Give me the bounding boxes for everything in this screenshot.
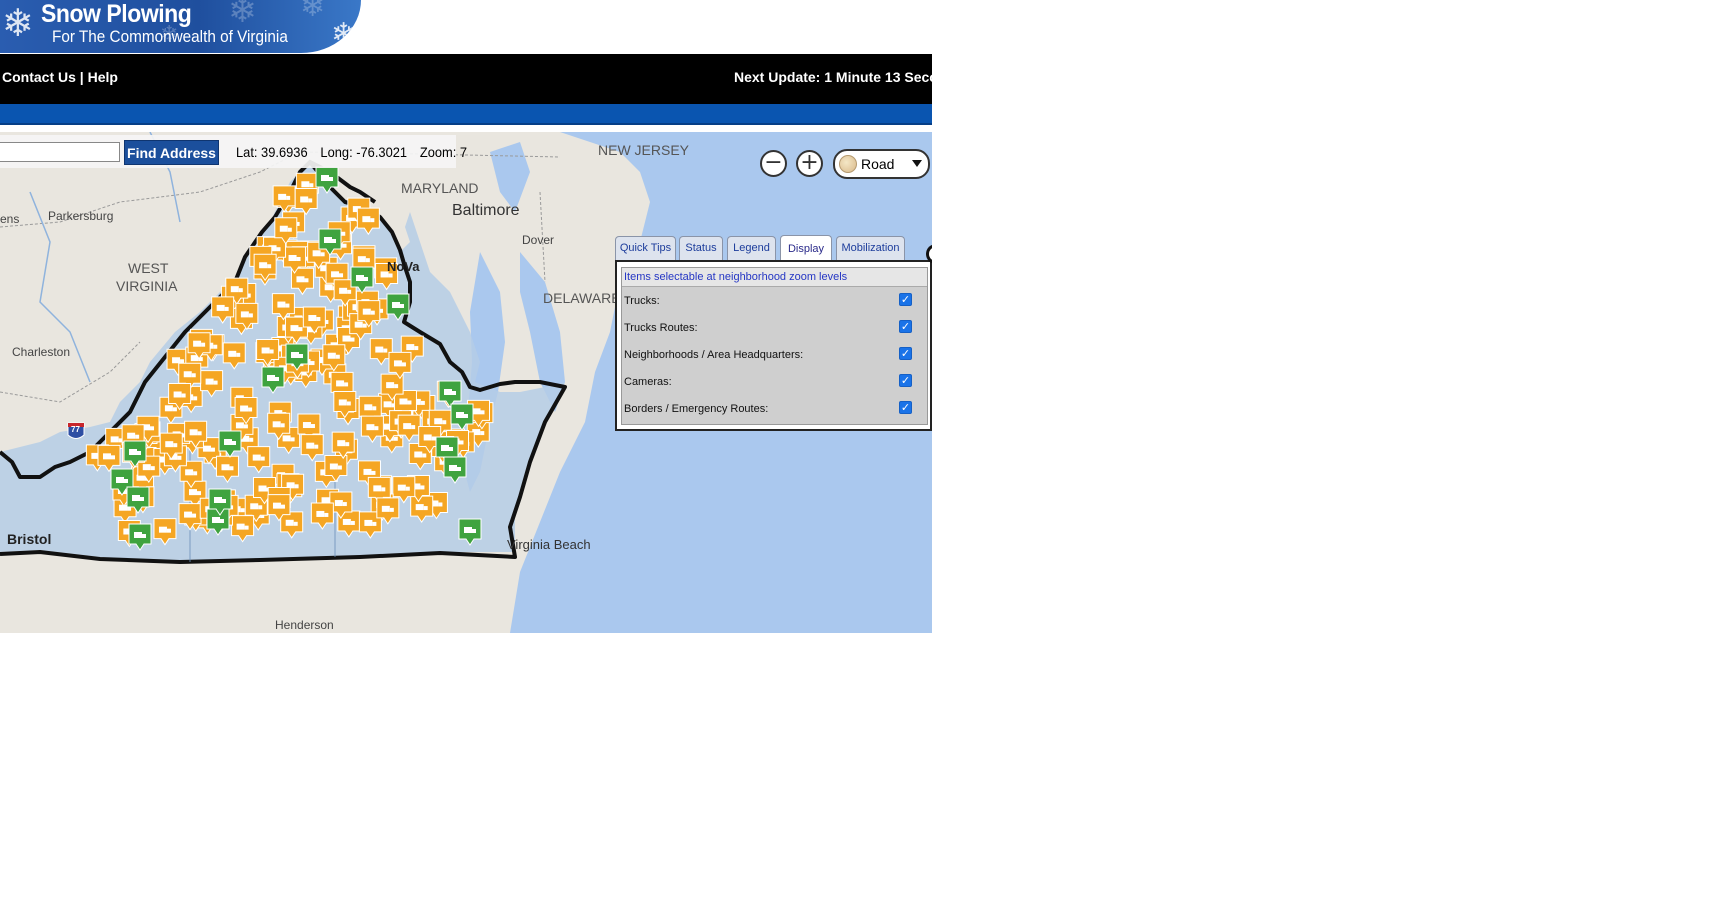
borders-checkbox[interactable]: ✓ <box>899 401 912 414</box>
chevron-down-icon <box>912 160 922 167</box>
contact-us-link[interactable]: Contact Us <box>2 69 76 85</box>
snowflake-icon: ❄ <box>300 0 326 24</box>
map-label-baltimore: Baltimore <box>452 202 520 219</box>
map-label-maryland: MARYLAND <box>401 180 479 196</box>
map-label-west-virginia-2: VIRGINIA <box>116 278 178 294</box>
cameras-checkbox[interactable]: ✓ <box>899 374 912 387</box>
map-label-henderson: Henderson <box>275 618 334 632</box>
find-address-button[interactable]: Find Address <box>124 140 219 165</box>
address-search-bar: Find Address Lat: 39.6936 Long: -76.3021… <box>0 135 467 168</box>
map-label-bristol: Bristol <box>7 531 52 547</box>
interstate-number: 77 <box>71 425 80 434</box>
link-separator: | <box>75 69 88 85</box>
option-cameras: Cameras: ✓ <box>622 369 927 396</box>
tab-quick-tips[interactable]: Quick Tips <box>615 236 676 260</box>
option-label: Neighborhoods / Area Headquarters: <box>624 349 804 361</box>
coordinate-readout: Lat: 39.6936 Long: -76.3021 Zoom: 7 <box>236 144 476 160</box>
display-options-panel: Items selectable at neighborhood zoom le… <box>615 260 932 431</box>
option-label: Trucks Routes: <box>624 322 698 334</box>
map-label-virginia-beach: Virginia Beach <box>507 537 591 552</box>
map-label-new-jersey: NEW JERSEY <box>598 142 690 158</box>
banner-subtitle: For The Commonwealth of Virginia <box>52 27 288 46</box>
tab-display[interactable]: Display <box>780 235 832 261</box>
option-neighborhoods: Neighborhoods / Area Headquarters: ✓ <box>622 342 927 369</box>
map-view[interactable]: NEW JERSEY MARYLAND Baltimore Dover DELA… <box>0 132 932 633</box>
tab-status[interactable]: Status <box>679 236 723 260</box>
snowflake-icon: ❄ <box>2 1 34 45</box>
next-update-countdown: Next Update: 1 Minute 13 Secon <box>734 69 932 85</box>
globe-icon <box>839 155 857 173</box>
top-nav-bar: Contact Us | Help Next Update: 1 Minute … <box>0 54 932 104</box>
map-label-delaware: DELAWARE <box>543 290 621 306</box>
map-label-parkersburg: Parkersburg <box>48 209 114 223</box>
option-label: Cameras: <box>624 376 672 388</box>
map-label-nova: NoVa <box>387 259 420 274</box>
banner-title: Snow Plowing <box>41 0 192 28</box>
top-links: Contact Us | Help <box>2 69 118 85</box>
option-borders: Borders / Emergency Routes: ✓ <box>622 396 927 423</box>
app-window: ❄ ❄ ❄ ❄ ❄ Snow Plowing For The Commonwea… <box>0 0 1733 910</box>
latitude-readout: Lat: 39.6936 <box>236 144 308 160</box>
option-truck-routes: Trucks Routes: ✓ <box>622 315 927 342</box>
truck-routes-checkbox[interactable]: ✓ <box>899 320 912 333</box>
snowflake-icon: ❄ <box>228 0 257 31</box>
zoom-in-button[interactable]: + <box>796 150 823 177</box>
zoom-readout: Zoom: 7 <box>419 144 468 160</box>
address-search-input[interactable] <box>0 142 120 162</box>
option-trucks: Trucks: ✓ <box>622 288 927 315</box>
longitude-readout: Long: -76.3021 <box>320 144 408 160</box>
zoom-out-button[interactable]: − <box>760 150 787 177</box>
map-type-label: Road <box>861 156 895 172</box>
map-label-west-virginia: WEST <box>128 260 169 276</box>
help-link[interactable]: Help <box>88 69 118 85</box>
tab-legend[interactable]: Legend <box>727 236 776 260</box>
snowflake-icon: ❄ <box>331 17 357 52</box>
tab-mobilization[interactable]: Mobilization <box>836 236 905 260</box>
option-label: Borders / Emergency Routes: <box>624 403 769 415</box>
option-label: Trucks: <box>624 295 660 307</box>
map-label-ens: ens <box>0 212 20 226</box>
panel-header: Items selectable at neighborhood zoom le… <box>622 268 927 287</box>
neighborhoods-checkbox[interactable]: ✓ <box>899 347 912 360</box>
map-label-dover: Dover <box>522 233 555 247</box>
map-type-dropdown[interactable]: Road <box>833 149 930 179</box>
blue-divider-bar <box>0 104 932 125</box>
map-label-charleston: Charleston <box>12 345 71 359</box>
trucks-checkbox[interactable]: ✓ <box>899 293 912 306</box>
display-options-body: Items selectable at neighborhood zoom le… <box>621 267 928 425</box>
site-banner: ❄ ❄ ❄ ❄ ❄ Snow Plowing For The Commonwea… <box>0 0 361 53</box>
